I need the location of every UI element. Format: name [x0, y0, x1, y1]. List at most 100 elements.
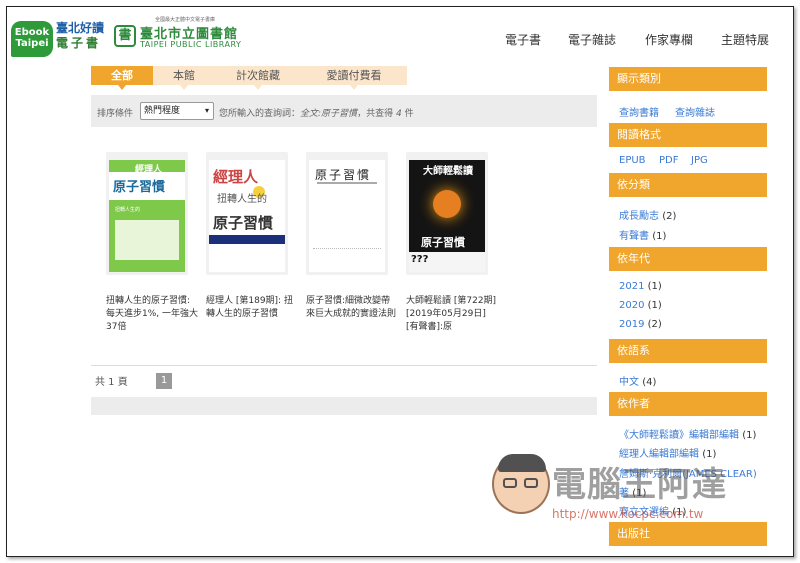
watermark-url: http://www.kocpc.com.tw [552, 507, 704, 521]
cover-art: 原子習慣 [309, 160, 385, 272]
watermark-text: 電腦王阿達 [552, 465, 727, 505]
mascot-glasses [524, 478, 538, 488]
cover-text: 扭轉人生的 [217, 194, 267, 205]
sort-label: 排序條件 [97, 109, 134, 119]
query-value: 全文:原子習慣 [300, 109, 358, 119]
book-cover[interactable]: 大師輕鬆讀 原子習慣 ??? [406, 152, 488, 275]
site-header: Ebook Taipei 臺北好讀 電子書 書 全國最大正體中文電子書庫 臺北市… [7, 7, 793, 67]
facet-header-publisher: 出版社 [609, 522, 767, 546]
facet-year-2021[interactable]: 2021 (1) [619, 281, 662, 292]
book-card[interactable]: 經理人 扭轉人生的 原子習慣 經理人 [第189期]: 扭轉人生的原子習慣 [206, 152, 293, 321]
facet-header-category: 顯示類別 [609, 67, 767, 91]
book-title[interactable]: 大師輕鬆讀 [第722期] [2019年05月29日][有聲書]:原 [406, 295, 498, 334]
book-cover[interactable]: 原子習慣 [306, 152, 388, 275]
ebook-brand-line2: 電子書 [56, 36, 102, 50]
facet-class-audiobook[interactable]: 有聲書 (1) [619, 227, 666, 242]
ebook-brand-line1: 臺北好讀 [56, 21, 105, 35]
book-cover[interactable]: 經理人 扭轉人生的 原子習慣 [206, 152, 288, 275]
nav-ebooks[interactable]: 電子書 [505, 31, 541, 48]
cover-text: 原子習慣 [421, 236, 465, 249]
page-total: 共 1 頁 [95, 377, 128, 388]
book-title[interactable]: 經理人 [第189期]: 扭轉人生的原子習慣 [206, 295, 298, 321]
cover-art: 經理人 扭轉人生的 原子習慣 [209, 160, 285, 272]
facet-label: 有聲書 [619, 231, 649, 242]
footer-band [91, 397, 597, 415]
nav-theme-exhibits[interactable]: 主題特展 [721, 31, 769, 48]
result-count: 4 [395, 109, 402, 119]
cover-text: 原子習慣 [113, 180, 166, 195]
ebook-brand-text[interactable]: 臺北好讀 電子書 [56, 21, 104, 51]
cover-band [209, 235, 285, 244]
book-title[interactable]: 原子習慣:細微改變帶來巨大成就的實證法則 [306, 295, 398, 321]
collection-tabs: 全部 本館 計次館藏 愛讀付費看 [91, 66, 407, 90]
tab-all-label: 全部 [111, 69, 133, 82]
cover-rule [317, 182, 377, 184]
book-title[interactable]: 扭轉人生的原子習慣:每天進步1%, 一年強大37倍 [106, 295, 198, 334]
facet-class-selfhelp[interactable]: 成長勵志 (2) [619, 207, 676, 222]
facet-count: (4) [642, 377, 657, 388]
cover-graphic [433, 190, 461, 218]
chevron-down-icon: ▾ [204, 106, 209, 115]
facet-format-epub[interactable]: EPUB [619, 155, 646, 166]
facet-lang-chinese[interactable]: 中文 (4) [619, 373, 656, 388]
tab-paid-reading[interactable]: 愛讀付費看 [301, 66, 407, 90]
facet-header-classification: 依分類 [609, 173, 767, 197]
library-tagline: 全國最大正體中文電子書庫 [155, 17, 216, 23]
facet-author-master-reading[interactable]: 《大師輕鬆讀》編輯部編輯 (1) [619, 426, 756, 441]
browser-frame: Ebook Taipei 臺北好讀 電子書 書 全國最大正體中文電子書庫 臺北市… [6, 6, 794, 557]
facet-count: (2) [647, 319, 662, 330]
query-prefix: 您所輸入的查詢詞： [219, 109, 301, 119]
tab-all[interactable]: 全部 [91, 66, 153, 90]
cover-text: 原子習慣 [213, 214, 274, 232]
facet-count: (1) [647, 300, 662, 311]
tab-pointer [118, 85, 126, 90]
tab-pointer [254, 85, 262, 90]
nav-emagazines[interactable]: 電子雜誌 [568, 31, 616, 48]
query-summary: 您所輸入的查詢詞：全文:原子習慣，共查得 4 件 [219, 106, 414, 119]
cover-art: 經理人 原子習慣 扭轉人生的 [109, 160, 185, 272]
facet-search-books[interactable]: 查詢書籍 [619, 104, 659, 119]
tab-paid-reading-label: 愛讀付費看 [326, 69, 382, 82]
cover-art: 大師輕鬆讀 原子習慣 ??? [409, 160, 485, 272]
page-button-1[interactable]: 1 [156, 373, 172, 389]
facet-count: (1) [647, 281, 662, 292]
mascot-watermark [492, 454, 550, 514]
cover-text: 原子習慣 [315, 168, 372, 182]
facet-format-jpg[interactable]: JPG [691, 155, 708, 166]
tab-main-library[interactable]: 本館 [153, 66, 215, 90]
mascot-hair [498, 454, 546, 472]
tab-per-use[interactable]: 計次館藏 [215, 66, 301, 90]
cover-text: ??? [411, 254, 429, 265]
cover-text: 經理人 [213, 168, 259, 186]
facet-label: 《大師輕鬆讀》編輯部編輯 [619, 430, 739, 441]
book-card[interactable]: 大師輕鬆讀 原子習慣 ??? 大師輕鬆讀 [第722期] [2019年05月29… [406, 152, 496, 334]
facet-label: 2020 [619, 300, 645, 311]
results-divider [91, 365, 597, 366]
book-card[interactable]: 原子習慣 原子習慣:細微改變帶來巨大成就的實證法則 [306, 152, 396, 321]
facet-year-2020[interactable]: 2020 (1) [619, 300, 662, 311]
facet-search-magazines[interactable]: 查詢雜誌 [675, 104, 715, 119]
count-prefix: ，共查得 [357, 109, 394, 119]
facet-year-2019[interactable]: 2019 (2) [619, 319, 662, 330]
library-name-en: TAIPEI PUBLIC LIBRARY [140, 40, 242, 49]
book-cover[interactable]: 經理人 原子習慣 扭轉人生的 [106, 152, 188, 275]
ebook-taipei-logo[interactable]: Ebook Taipei [11, 21, 53, 57]
facet-header-format: 閱讀格式 [609, 123, 767, 147]
facet-format-pdf[interactable]: PDF [659, 155, 678, 166]
tab-pointer [180, 85, 188, 90]
facet-count: (1) [742, 430, 757, 441]
facet-label: 2019 [619, 319, 645, 330]
nav-author-columns[interactable]: 作家專欄 [645, 31, 693, 48]
sort-select[interactable]: 熱門程度 ▾ [140, 102, 214, 120]
mascot-glasses [503, 478, 517, 488]
cover-graphic [115, 220, 179, 260]
facet-count: (1) [652, 231, 667, 242]
facet-label: 2021 [619, 281, 645, 292]
facet-label: 中文 [619, 377, 639, 388]
facet-header-author: 依作者 [609, 392, 767, 416]
cover-text: 扭轉人生的 [115, 207, 141, 213]
book-card[interactable]: 經理人 原子習慣 扭轉人生的 扭轉人生的原子習慣:每天進步1%, 一年強大37倍 [106, 152, 198, 334]
cover-graphic [313, 248, 381, 262]
filter-bar: 排序條件 熱門程度 ▾ 您所輸入的查詢詞：全文:原子習慣，共查得 4 件 [91, 95, 597, 127]
facet-label: 成長勵志 [619, 211, 659, 222]
